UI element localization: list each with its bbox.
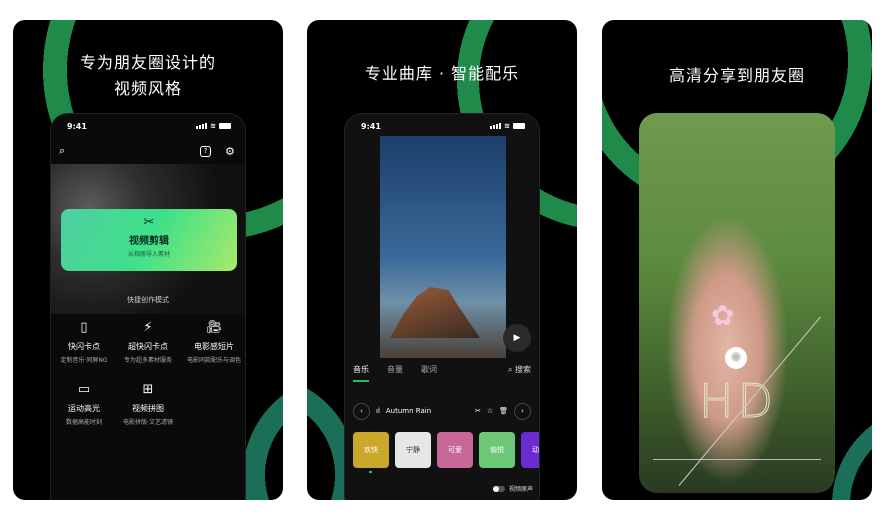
track-name: Autumn Rain xyxy=(385,407,432,415)
selected-indicator xyxy=(369,471,372,473)
aperture-icon: ✺ xyxy=(725,347,747,369)
section-title: 快捷创作模式 xyxy=(127,296,169,304)
headline: 专业曲库 · 智能配乐 xyxy=(364,64,520,83)
panel-hd-share: 高清分享到朋友圈 ✿ ✺ HD xyxy=(602,20,872,500)
highlight-icon: ▭ xyxy=(77,382,91,397)
signal-icon xyxy=(196,123,208,129)
mood-list: 欢快宁静可爱愉悦动感 xyxy=(353,432,539,468)
status-bar: 9:41 ≋ xyxy=(67,120,231,132)
tab-bar: 音乐 音量 歌词 ⌕ 搜索 xyxy=(353,364,531,382)
search-icon[interactable]: ⌕ xyxy=(59,144,65,158)
play-button[interactable]: ▶ xyxy=(503,324,531,352)
settings-icon[interactable]: ⚙ xyxy=(225,145,235,158)
signal-icon xyxy=(490,123,502,129)
toggle-switch[interactable] xyxy=(492,485,505,492)
waveform-icon: ıl xyxy=(376,407,380,415)
hd-photo: ✿ ✺ HD xyxy=(639,113,835,493)
original-sound-toggle[interactable]: 视频原声 xyxy=(492,484,533,493)
lightning-icon: ⚡ xyxy=(143,320,153,335)
search-icon: ⌕ xyxy=(507,365,515,374)
panel-music-library: 专业曲库 · 智能配乐 9:41 ≋ ▶ 音乐 音量 歌词 ⌕ 搜索 ‹ ıl … xyxy=(307,20,577,500)
phone-screen: 9:41 ≋ ▶ 音乐 音量 歌词 ⌕ 搜索 ‹ ıl Autumn Rain … xyxy=(344,113,540,500)
mood-tile[interactable]: 可爱 xyxy=(437,432,473,468)
rock-formation xyxy=(390,287,480,338)
panel-video-styles: 专为朋友圈设计的 视频风格 9:41 ≋ ⌕ ? ⚙ ✂ 视频剪辑 从相册导入素… xyxy=(13,20,283,500)
status-bar: 9:41 ≋ xyxy=(361,120,525,132)
mode-sports-highlight[interactable]: ▭ 运动高光 数据高能时刻 xyxy=(51,382,117,426)
scissors-icon: ✂ xyxy=(143,215,155,230)
video-edit-button[interactable]: ✂ 视频剪辑 从相册导入素材 xyxy=(61,209,237,271)
cut-icon[interactable]: ✂ xyxy=(475,407,481,415)
video-preview xyxy=(380,136,506,358)
delete-icon[interactable]: 🗑︎ xyxy=(499,407,508,415)
mood-tile[interactable]: 愉悦 xyxy=(479,432,515,468)
mood-tile[interactable]: 宁静 xyxy=(395,432,431,468)
battery-icon xyxy=(513,123,525,129)
wifi-icon: ≋ xyxy=(210,122,216,130)
battery-icon xyxy=(219,123,231,129)
headline: 高清分享到朋友圈 xyxy=(668,66,805,85)
headline: 专为朋友圈设计的 视频风格 xyxy=(79,53,216,98)
favorite-icon[interactable]: ☆ xyxy=(487,407,493,415)
movie-camera-icon: 🎥︎ xyxy=(205,320,223,335)
search-button[interactable]: ⌕ 搜索 xyxy=(508,364,531,382)
collage-icon: ⊞ xyxy=(142,382,154,397)
previous-button[interactable]: ‹ xyxy=(353,402,370,420)
next-button[interactable]: › xyxy=(514,402,531,420)
mode-movie-short[interactable]: 🎥︎ 电影感短片 电影同款配乐与调色 xyxy=(181,320,245,364)
mode-super-flash-card[interactable]: ⚡ 超快闪卡点 专为超多素材服务 xyxy=(115,320,181,364)
divider xyxy=(653,459,821,460)
mode-flash-card[interactable]: ▯ 快闪卡点 定制音乐·同屏NG xyxy=(51,320,117,364)
track-bar: ‹ ıl Autumn Rain ✂ ☆ 🗑︎ › xyxy=(353,402,531,420)
help-icon[interactable]: ? xyxy=(200,146,211,157)
tab-lyrics[interactable]: 歌词 xyxy=(421,364,437,382)
phone-screen: 9:41 ≋ ⌕ ? ⚙ ✂ 视频剪辑 从相册导入素材 快捷创作模式 ▯ 快闪卡点… xyxy=(50,113,246,500)
mood-tile[interactable]: 欢快 xyxy=(353,432,389,468)
mode-video-collage[interactable]: ⊞ 视频拼图 电影拼版·文艺滤镜 xyxy=(115,382,181,426)
mood-tile[interactable]: 动感 xyxy=(521,432,539,468)
flower-image: ✿ xyxy=(711,299,735,332)
flash-card-icon: ▯ xyxy=(80,320,88,335)
tab-volume[interactable]: 音量 xyxy=(387,364,403,382)
tab-music[interactable]: 音乐 xyxy=(353,364,369,382)
wifi-icon: ≋ xyxy=(504,122,510,130)
